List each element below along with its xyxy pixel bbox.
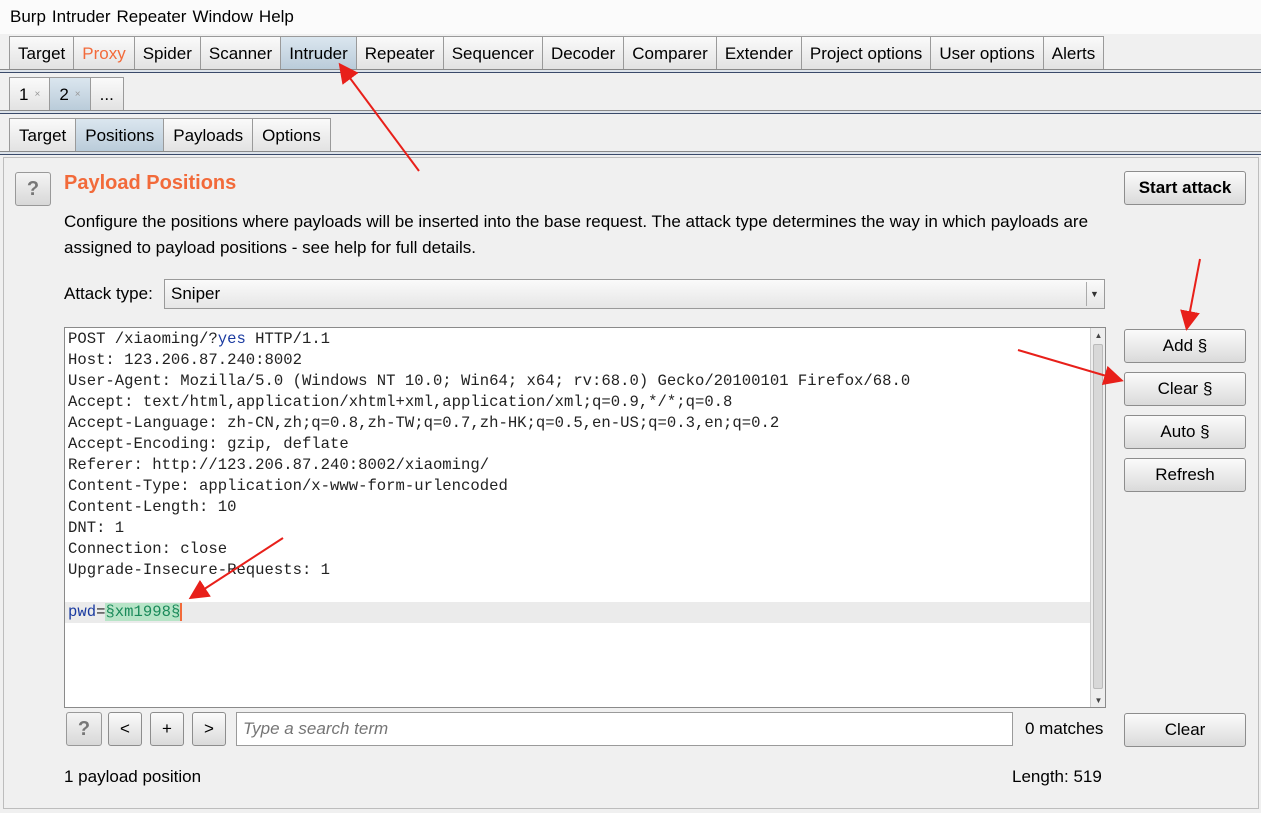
request-line-protocol: HTTP/1.1 bbox=[245, 330, 331, 348]
menu-intruder[interactable]: Intruder bbox=[52, 7, 111, 27]
scroll-up-icon[interactable]: ▲ bbox=[1091, 328, 1105, 342]
subtab-options[interactable]: Options bbox=[252, 118, 331, 152]
instance-tab-2[interactable]: 2 × bbox=[49, 77, 91, 111]
header-line: User-Agent: Mozilla/5.0 (Windows NT 10.0… bbox=[68, 372, 911, 390]
auto-marker-button[interactable]: Auto § bbox=[1124, 415, 1246, 449]
tab-sequencer[interactable]: Sequencer bbox=[442, 36, 543, 70]
tab-proxy[interactable]: Proxy bbox=[73, 36, 135, 70]
header-line: Accept-Language: zh-CN,zh;q=0.8,zh-TW;q=… bbox=[68, 414, 780, 432]
editor-scrollbar[interactable]: ▲ ▼ bbox=[1090, 328, 1105, 707]
previous-match-button[interactable]: < bbox=[108, 712, 142, 746]
subtab-payloads[interactable]: Payloads bbox=[163, 118, 254, 152]
header-line: Upgrade-Insecure-Requests: 1 bbox=[68, 561, 331, 579]
header-line: Accept-Encoding: gzip, deflate bbox=[68, 435, 349, 453]
text-cursor bbox=[180, 602, 183, 621]
header-line: Accept: text/html,application/xhtml+xml,… bbox=[68, 393, 733, 411]
payload-position-count: 1 payload position bbox=[64, 767, 202, 786]
tab-comparer[interactable]: Comparer bbox=[623, 36, 717, 70]
menu-window[interactable]: Window bbox=[192, 7, 252, 27]
subtab-positions[interactable]: Positions bbox=[75, 118, 165, 152]
subtab-separator bbox=[0, 151, 1261, 155]
clear-markers-button[interactable]: Clear § bbox=[1124, 372, 1246, 406]
request-line-text: POST /xiaoming/? bbox=[68, 330, 218, 348]
sub-tab-bar: Target Positions Payloads Options bbox=[0, 118, 331, 152]
instance-tab-label: 2 bbox=[59, 84, 69, 104]
instance-separator bbox=[0, 110, 1261, 114]
instance-tab-new[interactable]: ... bbox=[89, 77, 124, 111]
chevron-down-icon: ▼ bbox=[1086, 282, 1102, 306]
close-icon[interactable]: × bbox=[34, 89, 40, 100]
menu-bar: Burp Intruder Repeater Window Help bbox=[0, 0, 1261, 34]
section-description: Configure the positions where payloads w… bbox=[64, 212, 1089, 257]
body-line: pwd=§xm1998§ bbox=[65, 602, 1090, 623]
tab-scanner[interactable]: Scanner bbox=[199, 36, 282, 70]
header-line: Host: 123.206.87.240:8002 bbox=[68, 351, 302, 369]
tab-alerts[interactable]: Alerts bbox=[1042, 36, 1105, 70]
tab-project-options[interactable]: Project options bbox=[800, 36, 932, 70]
menu-help[interactable]: Help bbox=[259, 7, 294, 27]
search-help-button[interactable]: ? bbox=[66, 712, 102, 746]
payload-marker[interactable]: §xm1998§ bbox=[105, 603, 181, 621]
scroll-thumb[interactable] bbox=[1093, 344, 1103, 689]
match-count: 0 matches bbox=[1025, 719, 1104, 738]
instance-tab-1[interactable]: 1 × bbox=[9, 77, 51, 111]
request-editor[interactable]: POST /xiaoming/?yes HTTP/1.1 Host: 123.2… bbox=[64, 327, 1106, 708]
attack-type-value: Sniper bbox=[171, 284, 221, 303]
start-attack-button[interactable]: Start attack bbox=[1124, 171, 1246, 205]
subtab-target[interactable]: Target bbox=[9, 118, 77, 152]
search-input[interactable] bbox=[236, 712, 1013, 746]
tab-separator bbox=[0, 69, 1261, 73]
page-title: Payload Positions bbox=[64, 172, 237, 194]
search-options-button[interactable]: + bbox=[150, 712, 184, 746]
menu-repeater[interactable]: Repeater bbox=[117, 7, 187, 27]
tab-extender[interactable]: Extender bbox=[715, 36, 802, 70]
request-length: Length: 519 bbox=[1012, 767, 1102, 786]
header-line: Content-Type: application/x-www-form-url… bbox=[68, 477, 508, 495]
refresh-button[interactable]: Refresh bbox=[1124, 458, 1246, 492]
menu-burp[interactable]: Burp bbox=[10, 7, 46, 27]
header-line: DNT: 1 bbox=[68, 519, 125, 537]
tab-intruder[interactable]: Intruder bbox=[280, 36, 357, 70]
body-param-name: pwd bbox=[68, 603, 97, 621]
clear-search-button[interactable]: Clear bbox=[1124, 713, 1246, 747]
tab-spider[interactable]: Spider bbox=[133, 36, 201, 70]
add-marker-button[interactable]: Add § bbox=[1124, 329, 1246, 363]
attack-type-label: Attack type: bbox=[64, 284, 153, 303]
header-line: Connection: close bbox=[68, 540, 228, 558]
attack-type-select[interactable]: Sniper ▼ bbox=[164, 279, 1105, 309]
next-match-button[interactable]: > bbox=[192, 712, 226, 746]
annotation-arrow-intruder bbox=[338, 62, 420, 172]
header-line: Content-Length: 10 bbox=[68, 498, 237, 516]
header-line: Referer: http://123.206.87.240:8002/xiao… bbox=[68, 456, 490, 474]
request-line-param: yes bbox=[217, 330, 246, 348]
tab-repeater[interactable]: Repeater bbox=[355, 36, 444, 70]
scroll-down-icon[interactable]: ▼ bbox=[1091, 693, 1105, 707]
main-tab-bar: Target Proxy Spider Scanner Intruder Rep… bbox=[0, 36, 1105, 70]
tab-decoder[interactable]: Decoder bbox=[541, 36, 625, 70]
tab-target[interactable]: Target bbox=[9, 36, 75, 70]
tab-user-options[interactable]: User options bbox=[930, 36, 1044, 70]
help-button[interactable]: ? bbox=[15, 172, 51, 206]
close-icon[interactable]: × bbox=[75, 89, 81, 100]
request-line: POST /xiaoming/?yes HTTP/1.1 bbox=[68, 329, 1090, 350]
instance-tab-label: 1 bbox=[19, 84, 29, 104]
instance-tab-bar: 1 × 2 × ... bbox=[0, 77, 124, 111]
